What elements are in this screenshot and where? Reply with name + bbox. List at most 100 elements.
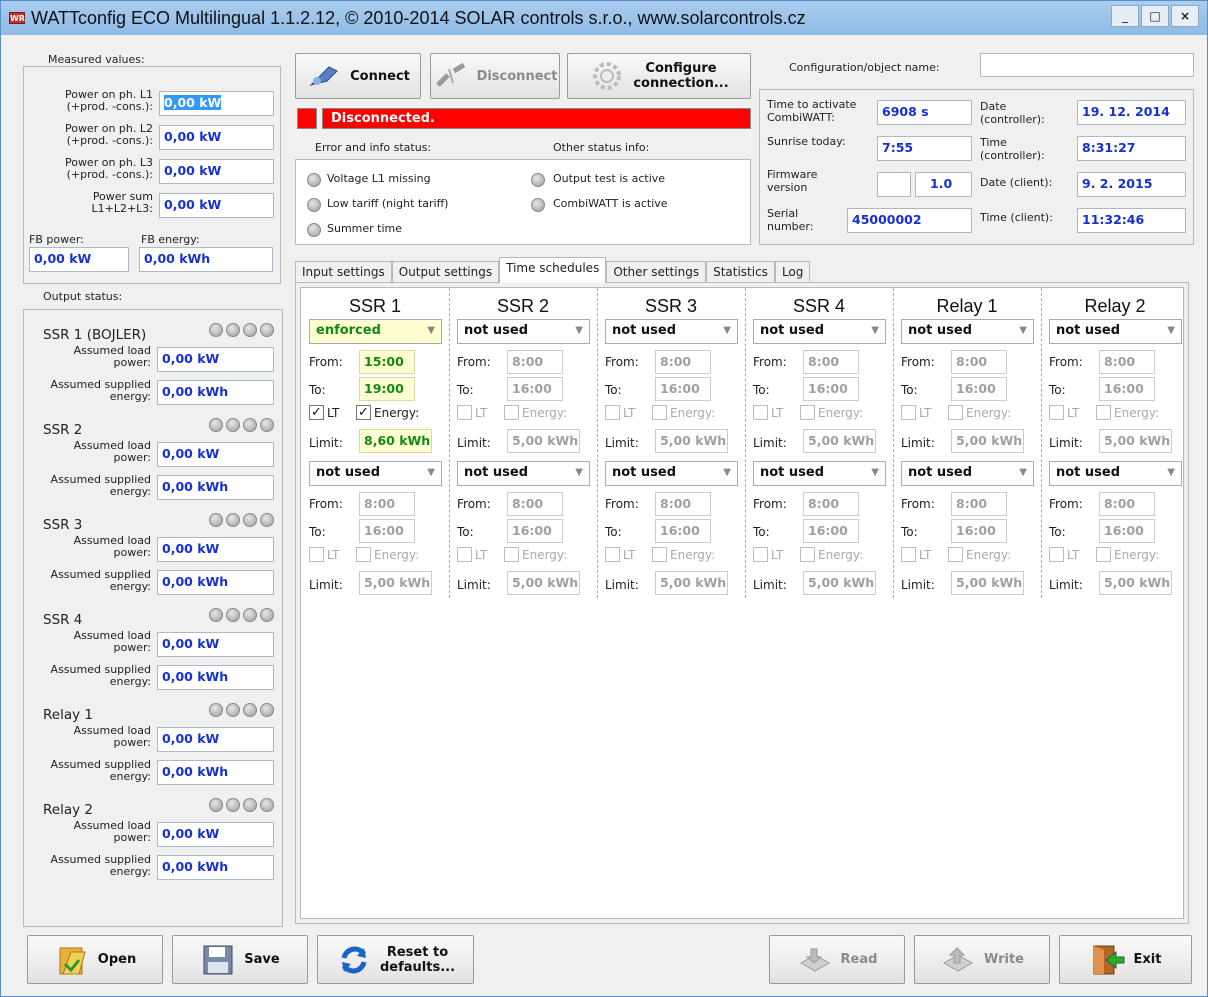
schedule-mode-select[interactable]: not used ▼ [605, 319, 738, 344]
maximize-button[interactable]: □ [1141, 5, 1169, 27]
limit-label: Limit: [457, 578, 491, 592]
from-time-input[interactable]: 8:00 [507, 350, 563, 374]
lt-checkbox[interactable] [901, 547, 916, 562]
limit-input[interactable]: 5,00 kWh [507, 571, 580, 595]
tab-statistics[interactable]: Statistics [706, 261, 775, 283]
energy-checkbox[interactable] [948, 405, 963, 420]
schedule-mode-select[interactable]: not used ▼ [753, 319, 886, 344]
limit-input[interactable]: 5,00 kWh [951, 571, 1024, 595]
schedule-mode-select[interactable]: not used ▼ [457, 319, 590, 344]
from-time-input[interactable]: 8:00 [951, 492, 1007, 516]
config-name-input[interactable] [980, 53, 1194, 77]
schedule-mode-select[interactable]: not used ▼ [457, 461, 590, 486]
from-time-input[interactable]: 8:00 [655, 492, 711, 516]
to-time-input[interactable]: 16:00 [951, 519, 1007, 543]
lt-checkbox[interactable] [753, 405, 768, 420]
tab-time-schedules[interactable]: Time schedules [499, 257, 607, 283]
schedule-mode-select[interactable]: enforced ▼ [309, 319, 442, 344]
to-time-input[interactable]: 16:00 [803, 519, 859, 543]
energy-checkbox[interactable] [652, 547, 667, 562]
lt-checkbox[interactable] [753, 547, 768, 562]
schedule-mode-select[interactable]: not used ▼ [605, 461, 738, 486]
lt-checkbox[interactable] [309, 547, 324, 562]
energy-checkbox[interactable] [356, 547, 371, 562]
lt-checkbox[interactable] [1049, 405, 1064, 420]
schedule-mode-select[interactable]: not used ▼ [753, 461, 886, 486]
lt-checkbox[interactable] [1049, 547, 1064, 562]
schedule-mode-select[interactable]: not used ▼ [1049, 319, 1182, 344]
limit-input[interactable]: 5,00 kWh [1099, 571, 1172, 595]
schedule-column: SSR 3 not used ▼ From: 8:00 To: 16:00 LT Energy:… [597, 288, 745, 598]
configure-connection-button[interactable]: Configure connection... [567, 53, 751, 99]
reset-defaults-button[interactable]: Reset to defaults... [317, 935, 474, 984]
lt-checkbox[interactable] [605, 547, 620, 562]
chevron-down-icon: ▼ [723, 467, 731, 478]
save-button[interactable]: Save [172, 935, 308, 984]
tab-other-settings[interactable]: Other settings [606, 261, 707, 283]
write-button[interactable]: Write [914, 935, 1050, 984]
schedule-mode-select[interactable]: not used ▼ [901, 461, 1034, 486]
limit-label: Limit: [753, 436, 787, 450]
measured-value[interactable]: 0,00 kW [159, 91, 274, 116]
to-time-input[interactable]: 16:00 [359, 519, 415, 543]
lt-checkbox[interactable]: ✓ [309, 405, 324, 420]
energy-checkbox[interactable] [1096, 547, 1111, 562]
energy-checkbox[interactable] [800, 547, 815, 562]
limit-input[interactable]: 5,00 kWh [655, 429, 728, 453]
exit-button[interactable]: Exit [1059, 935, 1192, 984]
energy-checkbox[interactable] [504, 547, 519, 562]
schedule-mode-select[interactable]: not used ▼ [1049, 461, 1182, 486]
to-label: To: [605, 525, 622, 539]
tab-log[interactable]: Log [774, 261, 811, 283]
to-time-input[interactable]: 16:00 [1099, 519, 1155, 543]
from-label: From: [901, 497, 935, 511]
read-button[interactable]: Read [769, 935, 905, 984]
from-time-input[interactable]: 8:00 [803, 492, 859, 516]
limit-input[interactable]: 5,00 kWh [1099, 429, 1172, 453]
limit-input[interactable]: 5,00 kWh [359, 571, 432, 595]
from-time-input[interactable]: 8:00 [507, 492, 563, 516]
limit-input[interactable]: 5,00 kWh [951, 429, 1024, 453]
to-time-input[interactable]: 16:00 [803, 377, 859, 401]
to-time-input[interactable]: 16:00 [655, 377, 711, 401]
from-time-input[interactable]: 8:00 [359, 492, 415, 516]
close-button[interactable]: × [1171, 5, 1199, 27]
limit-input[interactable]: 8,60 kWh [359, 429, 432, 453]
open-button[interactable]: Open [27, 935, 163, 984]
to-time-input[interactable]: 16:00 [1099, 377, 1155, 401]
lt-checkbox[interactable] [605, 405, 620, 420]
tab-output-settings[interactable]: Output settings [391, 261, 500, 283]
energy-checkbox[interactable] [800, 405, 815, 420]
disconnect-button[interactable]: Disconnect [430, 53, 560, 99]
to-time-input[interactable]: 16:00 [655, 519, 711, 543]
schedule-mode-select[interactable]: not used ▼ [309, 461, 442, 486]
energy-checkbox[interactable]: ✓ [356, 405, 371, 420]
to-time-input[interactable]: 16:00 [507, 519, 563, 543]
to-time-input[interactable]: 16:00 [951, 377, 1007, 401]
lt-label: LT [771, 548, 784, 562]
schedule-mode-select[interactable]: not used ▼ [901, 319, 1034, 344]
limit-input[interactable]: 5,00 kWh [803, 571, 876, 595]
lt-checkbox[interactable] [457, 547, 472, 562]
from-time-input[interactable]: 8:00 [655, 350, 711, 374]
energy-checkbox[interactable] [1096, 405, 1111, 420]
from-time-input[interactable]: 8:00 [1099, 492, 1155, 516]
tab-input-settings[interactable]: Input settings [295, 261, 392, 283]
limit-input[interactable]: 5,00 kWh [507, 429, 580, 453]
energy-checkbox[interactable] [504, 405, 519, 420]
from-time-input[interactable]: 8:00 [951, 350, 1007, 374]
lt-checkbox[interactable] [457, 405, 472, 420]
limit-input[interactable]: 5,00 kWh [803, 429, 876, 453]
to-time-input[interactable]: 16:00 [507, 377, 563, 401]
to-time-input[interactable]: 19:00 [359, 377, 415, 401]
title-bar[interactable]: WR WATTconfig ECO Multilingual 1.1.2.12,… [1, 1, 1207, 35]
energy-checkbox[interactable] [652, 405, 667, 420]
from-time-input[interactable]: 8:00 [1099, 350, 1155, 374]
limit-input[interactable]: 5,00 kWh [655, 571, 728, 595]
from-time-input[interactable]: 15:00 [359, 350, 415, 374]
connect-button[interactable]: Connect [295, 53, 421, 99]
from-time-input[interactable]: 8:00 [803, 350, 859, 374]
energy-checkbox[interactable] [948, 547, 963, 562]
minimize-button[interactable]: _ [1111, 5, 1139, 27]
lt-checkbox[interactable] [901, 405, 916, 420]
